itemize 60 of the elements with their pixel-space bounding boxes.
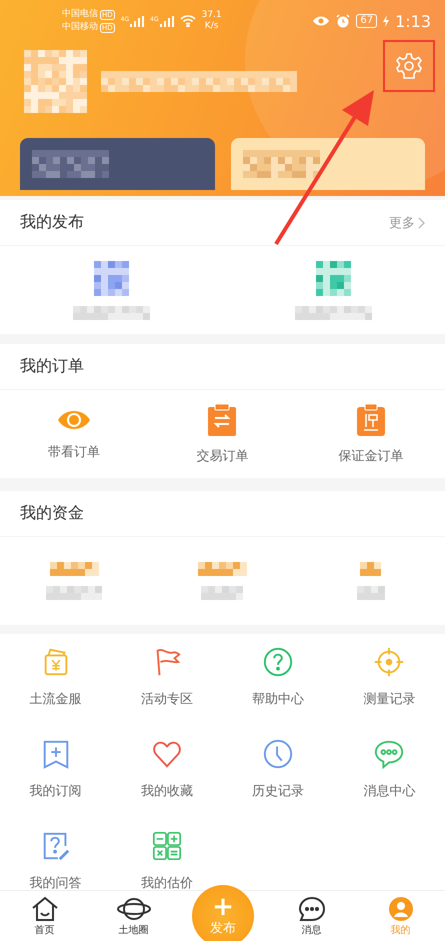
service-item[interactable]: 我的收藏: [111, 738, 222, 800]
wifi-icon: [180, 15, 196, 27]
battery-level: 67: [356, 14, 378, 28]
service-item[interactable]: 活动专区: [111, 646, 222, 708]
section-title: 我的资金: [20, 503, 84, 524]
carrier-name: 中国电信: [62, 8, 98, 21]
nav-tab[interactable]: 消息: [267, 891, 356, 941]
carrier-name: 中国移动: [62, 21, 98, 34]
network-speed: 37.1: [202, 10, 222, 21]
settings-button[interactable]: [383, 40, 435, 92]
service-item[interactable]: 我的问答: [0, 830, 112, 892]
clipboard-icon: [207, 403, 238, 437]
blurred-icon: [316, 260, 352, 296]
blurred-amount: [360, 562, 382, 576]
flag-icon: [156, 649, 180, 676]
blurred-amount: [50, 562, 99, 576]
nav-tab[interactable]: 首页: [0, 891, 89, 941]
service-item[interactable]: 我的订阅: [0, 738, 112, 800]
blurred-card[interactable]: [230, 138, 425, 190]
blurred-text: [46, 586, 102, 600]
nav-tab[interactable]: 土地圈: [89, 891, 178, 941]
settings-icon: [395, 52, 423, 80]
charging-icon: [383, 15, 390, 27]
alarm-icon: [336, 14, 350, 28]
clock-icon: [264, 740, 292, 768]
home-icon: [30, 896, 58, 922]
heart-icon: [153, 742, 181, 768]
deposit-clipboard-icon: [356, 403, 386, 437]
planet-icon: [116, 896, 150, 922]
blurred-card[interactable]: [20, 138, 214, 190]
target-icon: [374, 646, 404, 678]
signal-icon: [130, 16, 144, 26]
chat-icon: [375, 740, 404, 768]
wallet-icon: [44, 648, 67, 676]
speed-unit: K/s: [204, 21, 218, 32]
help-icon: [264, 648, 292, 676]
order-item[interactable]: 带看订单: [0, 407, 148, 461]
order-item[interactable]: 交易订单: [148, 403, 297, 465]
eye-icon: [312, 15, 330, 27]
clock-time: 1:13: [395, 12, 431, 30]
service-item[interactable]: 消息中心: [334, 738, 445, 800]
chat-bubble-icon: [298, 896, 326, 922]
service-item[interactable]: 测量记录: [334, 646, 445, 708]
blurred-icon: [94, 260, 129, 296]
service-item[interactable]: 历史记录: [222, 738, 334, 800]
signal-icon: [160, 16, 174, 26]
section-title: 我的发布: [20, 212, 84, 233]
bookmark-plus-icon: [43, 740, 68, 769]
profile-icon: [388, 896, 414, 922]
service-item[interactable]: 帮助中心: [222, 646, 334, 708]
blurred-text: [356, 586, 385, 600]
blurred-avatar: [24, 50, 87, 113]
order-item[interactable]: 保证金订单: [296, 403, 445, 465]
section-title: 我的订单: [20, 356, 84, 377]
blurred-text: [201, 586, 244, 600]
chevron-icon: [418, 216, 425, 228]
question-note-icon: [43, 832, 69, 860]
service-item[interactable]: 土流金服: [0, 646, 112, 708]
calculator-icon: [152, 832, 181, 860]
blurred-amount: [198, 562, 247, 576]
